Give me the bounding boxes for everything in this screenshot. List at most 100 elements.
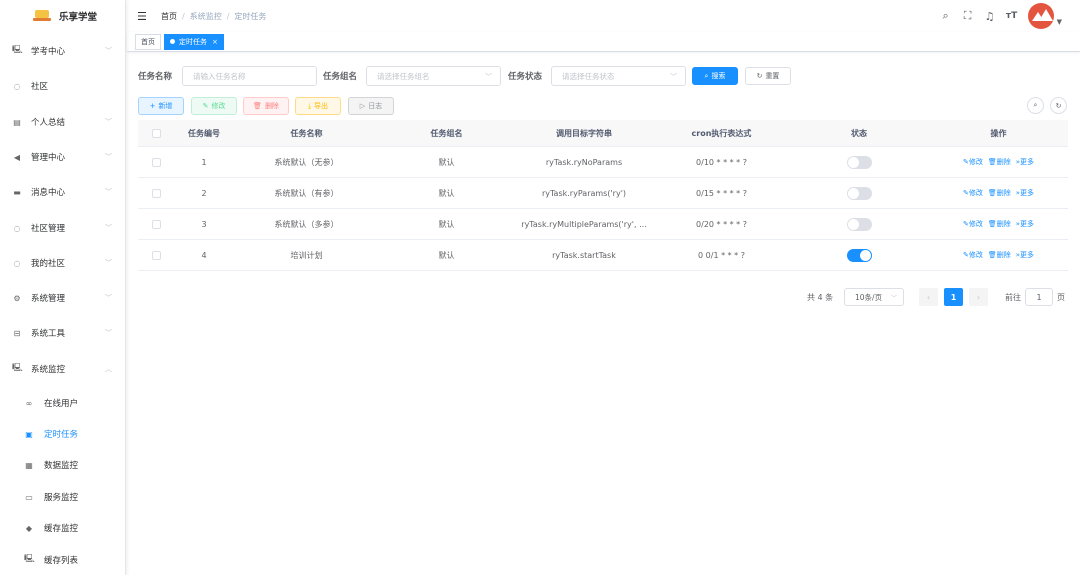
log-button[interactable]: ▷ 日志 bbox=[348, 97, 394, 115]
row-checkbox[interactable] bbox=[138, 178, 174, 208]
row-edit-link[interactable]: ✎修改 bbox=[963, 219, 983, 229]
job-group-select[interactable]: ﹀ bbox=[366, 66, 501, 86]
logo-icon bbox=[33, 9, 51, 23]
row-edit-link[interactable]: ✎修改 bbox=[963, 250, 983, 260]
breadcrumb-home[interactable]: 首页 bbox=[161, 11, 177, 22]
row-more-link[interactable]: »更多 bbox=[1016, 157, 1034, 167]
goto-label: 前往 bbox=[1005, 293, 1021, 302]
tag-job[interactable]: 定时任务 × bbox=[164, 33, 224, 50]
send-icon: ◀ bbox=[13, 152, 21, 162]
search-button[interactable]: ⌕ 搜索 bbox=[692, 67, 738, 85]
cache-list-icon: 🖳 bbox=[24, 554, 35, 563]
font-size-icon[interactable]: тT bbox=[1002, 11, 1022, 21]
add-button-label: 新增 bbox=[158, 102, 173, 110]
row-edit-link[interactable]: ✎修改 bbox=[963, 188, 983, 198]
status-switch[interactable] bbox=[846, 155, 872, 169]
row-delete-link[interactable]: 🗑删除 bbox=[988, 157, 1011, 167]
row-edit-link[interactable]: ✎修改 bbox=[963, 157, 983, 167]
sidebar-item[interactable]: 🖳 系统监控 ︿ bbox=[0, 358, 126, 380]
table-row[interactable]: 4 培训计划 默认 ryTask.startTask 0 0/1 * * * ? ✎修改 🗑… bbox=[138, 240, 1068, 271]
sidebar-subitem[interactable]: ◆ 缓存监控 bbox=[0, 518, 126, 538]
goto-page-input[interactable]: 1 bbox=[1025, 288, 1053, 306]
export-button[interactable]: ⤓ 导出 bbox=[295, 97, 341, 115]
caret-down-icon[interactable]: ▼ bbox=[1057, 18, 1062, 26]
sidebar-item-label: 个人总结 bbox=[31, 118, 66, 128]
sidebar-item[interactable]: ⚙ 系统管理 ﹀ bbox=[0, 287, 126, 309]
status-field[interactable] bbox=[562, 71, 685, 81]
prev-page-button[interactable]: ‹ bbox=[919, 288, 938, 306]
tag-home[interactable]: 首页 bbox=[135, 33, 161, 50]
sidebar-subitem[interactable]: ▭ 服务监控 bbox=[0, 487, 126, 507]
toolbox-icon: ⊟ bbox=[13, 328, 21, 338]
row-delete-link[interactable]: 🗑删除 bbox=[988, 219, 1011, 229]
row-delete-link[interactable]: 🗑删除 bbox=[988, 188, 1011, 198]
server-icon: ▭ bbox=[25, 492, 33, 502]
row-more-link[interactable]: »更多 bbox=[1016, 219, 1034, 229]
tag-home-label: 首页 bbox=[141, 37, 155, 46]
sidebar-item[interactable]: ◌ 社区 bbox=[0, 75, 126, 97]
reset-button[interactable]: ↻ 重置 bbox=[745, 67, 791, 85]
logo[interactable]: 乐享学堂 bbox=[0, 0, 125, 32]
table-row[interactable]: 1 系统默认（无参） 默认 ryTask.ryNoParams 0/10 * * * *… bbox=[138, 147, 1068, 178]
fullscreen-icon[interactable]: ⛶ bbox=[958, 9, 978, 23]
page-suffix: 页 bbox=[1057, 293, 1065, 302]
avatar[interactable] bbox=[1027, 3, 1054, 29]
sidebar-item-label: 系统管理 bbox=[31, 294, 66, 304]
chevron-down-icon: ﹀ bbox=[105, 224, 112, 232]
next-page-button[interactable]: › bbox=[969, 288, 988, 306]
sidebar: 乐享学堂 🖳 学考中心 ﹀ ◌ 社区 ▤ 个人总结 ﹀ ◀ 管理中心 ﹀ ▬ 消息中心 ﹀ ◌ 社区管理 ﹀ ◌ 我… bbox=[0, 0, 126, 575]
sidebar-subitem[interactable]: ▣ 定时任务 bbox=[0, 424, 126, 444]
refresh-button[interactable]: ↻ bbox=[1050, 97, 1067, 114]
status-select[interactable]: ﹀ bbox=[551, 66, 686, 86]
add-button[interactable]: + 新增 bbox=[138, 97, 184, 115]
sidebar-subitem[interactable]: 🖳 缓存列表 bbox=[0, 550, 126, 570]
cell-cron: 0 0/1 * * * ? bbox=[698, 250, 745, 260]
status-switch[interactable] bbox=[846, 248, 872, 262]
delete-button[interactable]: 🗑 删除 bbox=[243, 97, 289, 115]
search-icon[interactable]: ⌕ bbox=[936, 9, 956, 23]
sidebar-item[interactable]: ▬ 消息中心 ﹀ bbox=[0, 181, 126, 203]
row-checkbox[interactable] bbox=[138, 209, 174, 239]
row-delete-link[interactable]: 🗑删除 bbox=[988, 250, 1011, 260]
status-switch[interactable] bbox=[846, 186, 872, 200]
edit-button[interactable]: ✎ 修改 bbox=[191, 97, 237, 115]
sidebar-item[interactable]: ◌ 我的社区 ﹀ bbox=[0, 252, 126, 274]
status-cell bbox=[789, 147, 929, 177]
download-icon: ⤓ bbox=[307, 101, 312, 110]
job-name-field[interactable] bbox=[193, 71, 316, 81]
row-checkbox[interactable] bbox=[138, 147, 174, 177]
sidebar-item[interactable]: ◀ 管理中心 ﹀ bbox=[0, 146, 126, 168]
hamburger-icon[interactable]: ☰ bbox=[137, 10, 151, 23]
sidebar-item[interactable]: ▤ 个人总结 ﹀ bbox=[0, 111, 126, 133]
job-icon: ▣ bbox=[25, 429, 33, 439]
table-row[interactable]: 3 系统默认（多参） 默认 ryTask.ryMultipleParams('ry',… bbox=[138, 209, 1068, 240]
sidebar-item-label: 社区 bbox=[31, 82, 49, 92]
status-switch[interactable] bbox=[846, 217, 872, 231]
sidebar-subitem-label: 数据监控 bbox=[44, 461, 79, 471]
sidebar-item[interactable]: ◌ 社区管理 ﹀ bbox=[0, 217, 126, 239]
row-checkbox[interactable] bbox=[138, 240, 174, 270]
edit-icon: ✎ bbox=[202, 102, 209, 110]
toggle-search-button[interactable]: ⌕ bbox=[1027, 97, 1044, 114]
sidebar-subitem[interactable]: ▦ 数据监控 bbox=[0, 455, 126, 475]
job-name-input[interactable] bbox=[182, 66, 317, 86]
sidebar-subitem-label: 在线用户 bbox=[44, 399, 79, 409]
select-all-checkbox[interactable] bbox=[138, 120, 174, 146]
sidebar-item[interactable]: ⊟ 系统工具 ﹀ bbox=[0, 322, 126, 344]
row-more-link[interactable]: »更多 bbox=[1016, 188, 1034, 198]
trash-icon: 🗑 bbox=[987, 251, 997, 259]
close-icon[interactable]: × bbox=[212, 38, 218, 46]
page-1-button[interactable]: 1 bbox=[944, 288, 963, 306]
table-row[interactable]: 2 系统默认（有参） 默认 ryTask.ryParams('ry') 0/15 * *… bbox=[138, 178, 1068, 209]
chevron-down-icon: ﹀ bbox=[105, 188, 112, 196]
sidebar-item[interactable]: 🖳 学考中心 ﹀ bbox=[0, 40, 126, 62]
breadcrumb-job: 定时任务 bbox=[234, 11, 267, 21]
bell-icon[interactable]: ♫ bbox=[980, 10, 1000, 23]
status-cell bbox=[789, 240, 929, 270]
sidebar-item-label: 学考中心 bbox=[31, 47, 66, 57]
page-size-select[interactable]: 10条/页 ﹀ bbox=[844, 288, 904, 306]
cell-name: 培训计划 bbox=[290, 250, 323, 260]
sidebar-subitem[interactable]: ∞ 在线用户 bbox=[0, 393, 126, 413]
job-group-field[interactable] bbox=[377, 71, 500, 81]
row-more-link[interactable]: »更多 bbox=[1016, 250, 1034, 260]
